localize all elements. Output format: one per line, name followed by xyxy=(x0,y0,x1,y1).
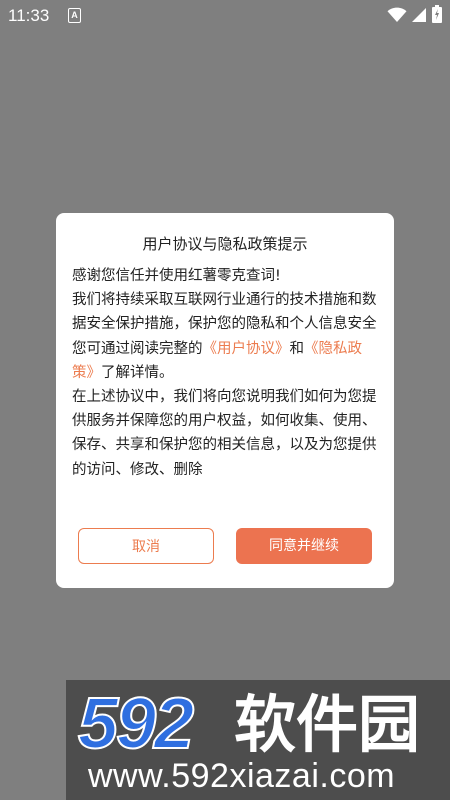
svg-text:592: 592 xyxy=(78,684,194,762)
wifi-icon xyxy=(387,7,407,22)
watermark: 592 软件园 www.592xiazai.com xyxy=(66,680,450,800)
status-time: 11:33 xyxy=(8,6,50,25)
watermark-logo: 592 软件园 xyxy=(77,683,420,762)
agreement-paragraph: 我们将持续采取互联网行业通行的技术措施和数据安全保护措施，保护您的隐私和个人信息… xyxy=(72,288,380,385)
protocol-paragraph: 在上述协议中，我们将向您说明我们如何为您提供服务并保障您的用户权益，如何收集、使… xyxy=(72,389,377,478)
agree-continue-button[interactable]: 同意并继续 xyxy=(236,528,372,564)
and-text: 和 xyxy=(289,340,305,357)
cancel-button[interactable]: 取消 xyxy=(78,528,214,564)
watermark-url: www.592xiazai.com xyxy=(88,757,396,795)
svg-text:软件园: 软件园 xyxy=(234,688,420,761)
details-text: 了解详情。 xyxy=(101,364,174,381)
dialog-body[interactable]: 感谢您信任并使用红薯零克查词! 我们将持续采取互联网行业通行的技术措施和数据安全… xyxy=(72,264,380,508)
notification-a-icon: A xyxy=(68,8,81,23)
signal-icon xyxy=(412,8,426,22)
status-bar: 11:33 A xyxy=(0,0,450,32)
dialog-title: 用户协议与隐私政策提示 xyxy=(142,235,308,253)
privacy-dialog: 用户协议与隐私政策提示 感谢您信任并使用红薯零克查词! 我们将持续采取互联网行业… xyxy=(56,213,394,588)
greeting-text: 感谢您信任并使用红薯零克查词! xyxy=(72,268,281,284)
user-agreement-link[interactable]: 《用户协议》 xyxy=(203,341,290,357)
battery-icon xyxy=(432,5,442,23)
